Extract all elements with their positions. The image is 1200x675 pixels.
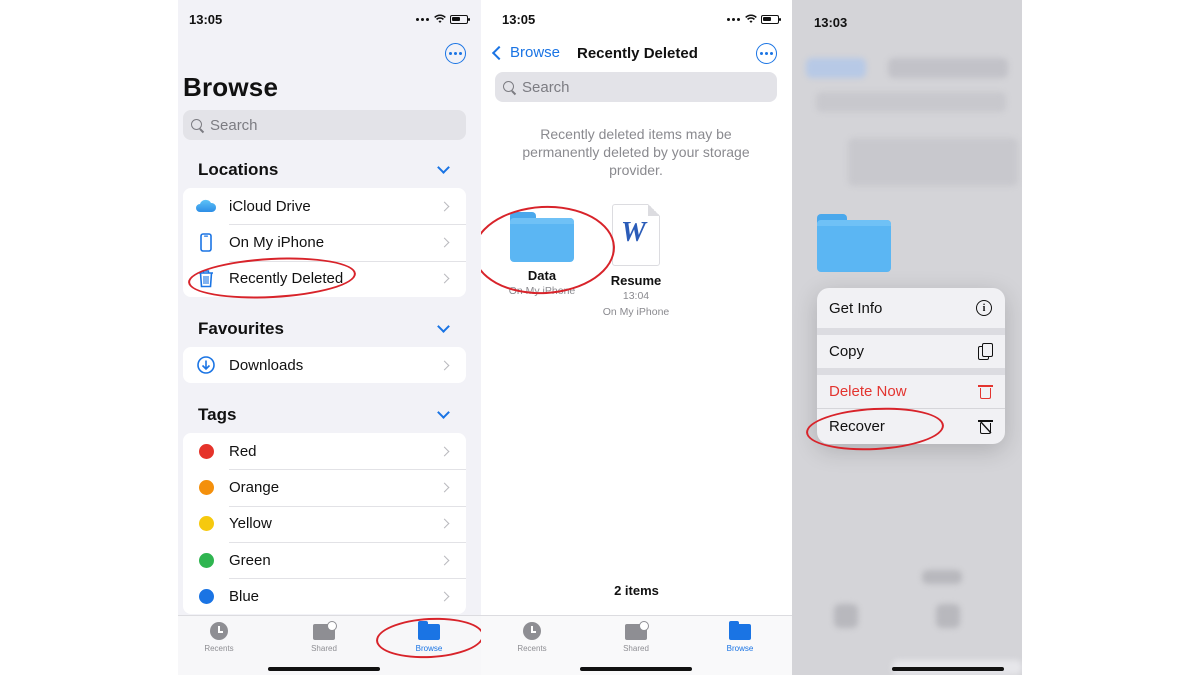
clock-icon xyxy=(210,622,228,640)
nav-title: Recently Deleted xyxy=(577,45,698,62)
favourites-heading: Favourites xyxy=(198,319,284,338)
chevron-right-icon xyxy=(439,237,450,248)
more-options-icon[interactable] xyxy=(445,43,466,64)
page-title: Browse xyxy=(183,72,279,102)
tag-label: Orange xyxy=(229,478,280,496)
signal-icon xyxy=(727,17,741,21)
tag-label: Green xyxy=(229,551,271,569)
search-icon xyxy=(503,80,516,94)
favourites-list: Downloads xyxy=(183,347,466,384)
back-button[interactable]: Browse xyxy=(490,44,560,61)
chevron-right-icon xyxy=(439,482,450,493)
tab-browse[interactable]: Browse xyxy=(710,621,770,653)
tag-yellow[interactable]: Yellow xyxy=(183,505,466,542)
deletion-notice: Recently deleted items may be permanentl… xyxy=(522,126,750,178)
home-indicator xyxy=(580,667,692,671)
tag-red[interactable]: Red xyxy=(183,433,466,469)
chevron-right-icon xyxy=(439,446,450,457)
home-indicator xyxy=(268,667,380,671)
recently-deleted-screen: 13:05 Browse Recently Deleted Search Rec… xyxy=(481,0,792,675)
tags-heading: Tags xyxy=(198,405,237,424)
file-location: On My iPhone xyxy=(602,306,670,318)
menu-copy[interactable]: Copy xyxy=(817,328,1005,368)
tag-green[interactable]: Green xyxy=(183,541,466,578)
browse-folder-icon xyxy=(729,621,751,640)
iphone-icon xyxy=(183,233,229,252)
browse-screen: 13:05 Browse Search Locations iCloud Dri… xyxy=(178,0,481,675)
tag-blue[interactable]: Blue xyxy=(183,578,466,614)
status-time: 13:05 xyxy=(502,12,536,27)
favourite-label: Downloads xyxy=(229,356,304,374)
chevron-right-icon xyxy=(439,273,450,284)
battery-icon xyxy=(450,14,470,24)
recover-icon xyxy=(978,419,993,434)
tag-orange[interactable]: Orange xyxy=(183,469,466,505)
file-name: Resume xyxy=(610,273,662,288)
folder-icon[interactable] xyxy=(817,214,891,272)
status-icons xyxy=(416,13,470,25)
tag-label: Yellow xyxy=(229,515,272,533)
chevron-right-icon xyxy=(439,591,450,602)
yellow-tag-icon xyxy=(198,516,214,532)
menu-delete-now[interactable]: Delete Now xyxy=(817,368,1005,408)
home-indicator xyxy=(892,667,1004,671)
context-menu-screen: 13:03 Get Info i Copy Delete Now Recover xyxy=(792,0,1022,675)
more-options-icon[interactable] xyxy=(756,43,777,64)
location-icloud-drive[interactable]: iCloud Drive xyxy=(183,188,466,224)
word-document-icon: W xyxy=(612,204,660,266)
info-icon: i xyxy=(976,300,992,316)
tab-shared[interactable]: Shared xyxy=(606,621,666,653)
shared-folder-icon xyxy=(625,621,649,640)
search-input[interactable]: Search xyxy=(183,110,466,140)
status-time: 13:03 xyxy=(814,15,848,30)
clock-icon xyxy=(523,622,541,640)
status-icons xyxy=(727,13,781,25)
chevron-right-icon xyxy=(439,201,450,212)
tab-bar: Recents Shared Browse xyxy=(481,615,792,675)
wifi-icon xyxy=(745,14,757,23)
tags-list: Red Orange Yellow Green Blue xyxy=(183,433,466,615)
chevron-down-icon[interactable] xyxy=(437,406,450,419)
copy-icon xyxy=(978,343,993,360)
signal-icon xyxy=(416,17,430,21)
trash-icon xyxy=(978,384,993,399)
download-icon xyxy=(183,356,229,374)
tab-shared[interactable]: Shared xyxy=(294,621,354,653)
tab-recents[interactable]: Recents xyxy=(189,622,249,653)
chevron-right-icon xyxy=(439,518,450,529)
chevron-right-icon xyxy=(439,555,450,565)
battery-icon xyxy=(761,14,781,24)
menu-get-info[interactable]: Get Info i xyxy=(817,288,1005,328)
red-tag-icon xyxy=(198,443,214,459)
status-time: 13:05 xyxy=(189,12,223,27)
orange-tag-icon xyxy=(198,479,214,495)
location-label: iCloud Drive xyxy=(229,197,311,215)
location-label: On My iPhone xyxy=(229,233,325,251)
tag-label: Blue xyxy=(229,587,260,605)
cloud-icon xyxy=(183,199,229,213)
wifi-icon xyxy=(434,14,446,23)
tag-label: Red xyxy=(229,442,257,460)
search-icon xyxy=(191,118,204,132)
green-tag-icon xyxy=(198,552,214,568)
shared-folder-icon xyxy=(313,621,337,640)
chevron-right-icon xyxy=(439,360,450,371)
item-count: 2 items xyxy=(614,583,659,598)
search-input[interactable]: Search xyxy=(495,72,777,102)
file-time: 13:04 xyxy=(622,290,650,302)
location-on-my-iphone[interactable]: On My iPhone xyxy=(183,224,466,260)
chevron-down-icon[interactable] xyxy=(437,161,450,174)
blue-tag-icon xyxy=(198,588,214,604)
tab-recents[interactable]: Recents xyxy=(502,622,562,653)
chevron-down-icon[interactable] xyxy=(437,320,450,333)
chevron-left-icon xyxy=(491,45,507,60)
locations-heading: Locations xyxy=(198,160,279,179)
favourite-downloads[interactable]: Downloads xyxy=(183,347,466,383)
